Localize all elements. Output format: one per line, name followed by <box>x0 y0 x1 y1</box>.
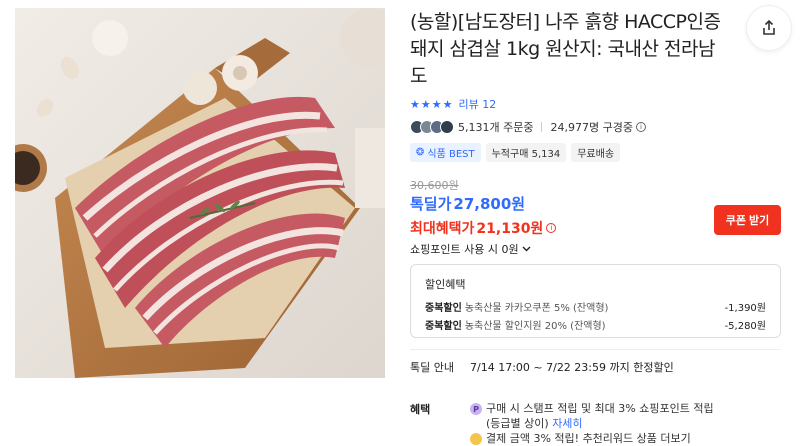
benefit-line: 결제 금액 3% 적립! 추천리워드 상품 더보기 <box>470 431 781 446</box>
original-price: 30,600원 <box>410 179 459 192</box>
social-proof-row: 5,131개 주문중 24,977명 구경중 i <box>410 118 646 136</box>
discount-box: 할인혜택 중복할인 농축산물 카카오쿠폰 5% (잔액형) -1,390원 중복… <box>410 264 781 338</box>
chevron-down-icon <box>522 246 531 252</box>
deal-info-row: 톡딜 안내 7/14 17:00 ~ 7/22 23:59 까지 한정할인 <box>410 359 674 375</box>
benefit-text: 구매 시 스탬프 적립 및 최대 3% 쇼핑포인트 적립 <box>486 402 714 415</box>
discount-title: 할인혜택 <box>425 278 466 291</box>
point-icon: P <box>470 403 482 415</box>
free-shipping-badge: 무료배송 <box>571 143 621 162</box>
best-badge-label: 식품 BEST <box>427 149 475 160</box>
discount-row: 중복할인 농축산물 카카오쿠폰 5% (잔액형) -1,390원 <box>425 299 766 314</box>
details-link[interactable]: 자세히 <box>552 417 582 430</box>
divider <box>410 349 781 350</box>
deal-price-label: 톡딜가 <box>410 195 452 213</box>
deal-info-value: 7/14 17:00 ~ 7/22 23:59 까지 한정할인 <box>470 361 674 374</box>
star-icon: ★ <box>420 97 431 111</box>
rating-row: ★ ★ ★ ★ 리뷰 12 <box>410 96 496 112</box>
product-tags: ❂ 식품 BEST 누적구매 5,134 무료배송 <box>410 143 621 162</box>
discount-kind: 중복할인 <box>425 321 462 332</box>
benefit-text-2[interactable]: 결제 금액 3% 적립! 추천리워드 상품 더보기 <box>486 431 691 446</box>
discount-row: 중복할인 농축산물 할인지원 20% (잔액형) -5,280원 <box>425 317 766 332</box>
deal-info-label: 톡딜 안내 <box>410 361 454 374</box>
discount-value: -1,390원 <box>724 303 766 314</box>
points-label: 쇼핑포인트 사용 시 0원 <box>410 243 519 256</box>
cumulative-purchase-badge: 누적구매 5,134 <box>485 143 567 162</box>
avatar <box>440 120 454 134</box>
best-icon: ❂ <box>416 147 425 158</box>
star-icon: ★ <box>410 97 420 111</box>
product-image[interactable] <box>15 8 385 378</box>
discount-value: -5,280원 <box>724 321 766 332</box>
reward-icon <box>470 433 482 445</box>
star-icon: ★ <box>442 97 453 111</box>
divider <box>541 122 543 132</box>
deal-price-row: 톡딜가 27,800원 <box>410 193 525 214</box>
discount-desc: 농축산물 할인지원 20% (잔액형) <box>464 321 606 332</box>
product-title: (농할)[남도장터] 나주 흙향 HACCP인증 돼지 삼겹살 1kg 원산지:… <box>410 11 721 87</box>
order-count: 5,131개 주문중 <box>458 121 534 134</box>
buyer-avatars <box>410 120 454 134</box>
benefit-text-sub: (등급별 상이) <box>486 417 549 430</box>
pork-belly-illustration <box>15 8 385 378</box>
points-toggle[interactable]: 쇼핑포인트 사용 시 0원 <box>410 241 531 257</box>
benefit-label: 혜택 <box>410 403 431 416</box>
benefit-line: P 구매 시 스탬프 적립 및 최대 3% 쇼핑포인트 적립 (등급별 상이) … <box>470 401 781 431</box>
max-benefit-row: 최대혜택가 21,130원 i <box>410 218 557 238</box>
rating-stars: ★ ★ ★ ★ <box>410 99 453 110</box>
benefit-section: 혜택 P 구매 시 스탬프 적립 및 최대 3% 쇼핑포인트 적립 (등급별 상… <box>410 401 781 446</box>
review-link[interactable]: 리뷰 12 <box>459 96 497 112</box>
coupon-button[interactable]: 쿠폰 받기 <box>714 205 781 235</box>
info-icon[interactable]: i <box>546 223 557 233</box>
deal-price: 27,800원 <box>453 195 526 213</box>
max-benefit-label: 최대혜택가 <box>410 221 475 237</box>
max-benefit-price: 21,130원 <box>476 221 544 237</box>
best-badge: ❂ 식품 BEST <box>410 143 481 162</box>
share-button[interactable] <box>747 6 791 50</box>
share-icon <box>763 19 775 35</box>
discount-kind: 중복할인 <box>425 303 462 314</box>
discount-desc: 농축산물 카카오쿠폰 5% (잔액형) <box>464 303 609 314</box>
info-icon[interactable]: i <box>635 122 646 132</box>
watcher-count: 24,977명 구경중 <box>550 121 633 134</box>
star-icon: ★ <box>431 97 442 111</box>
